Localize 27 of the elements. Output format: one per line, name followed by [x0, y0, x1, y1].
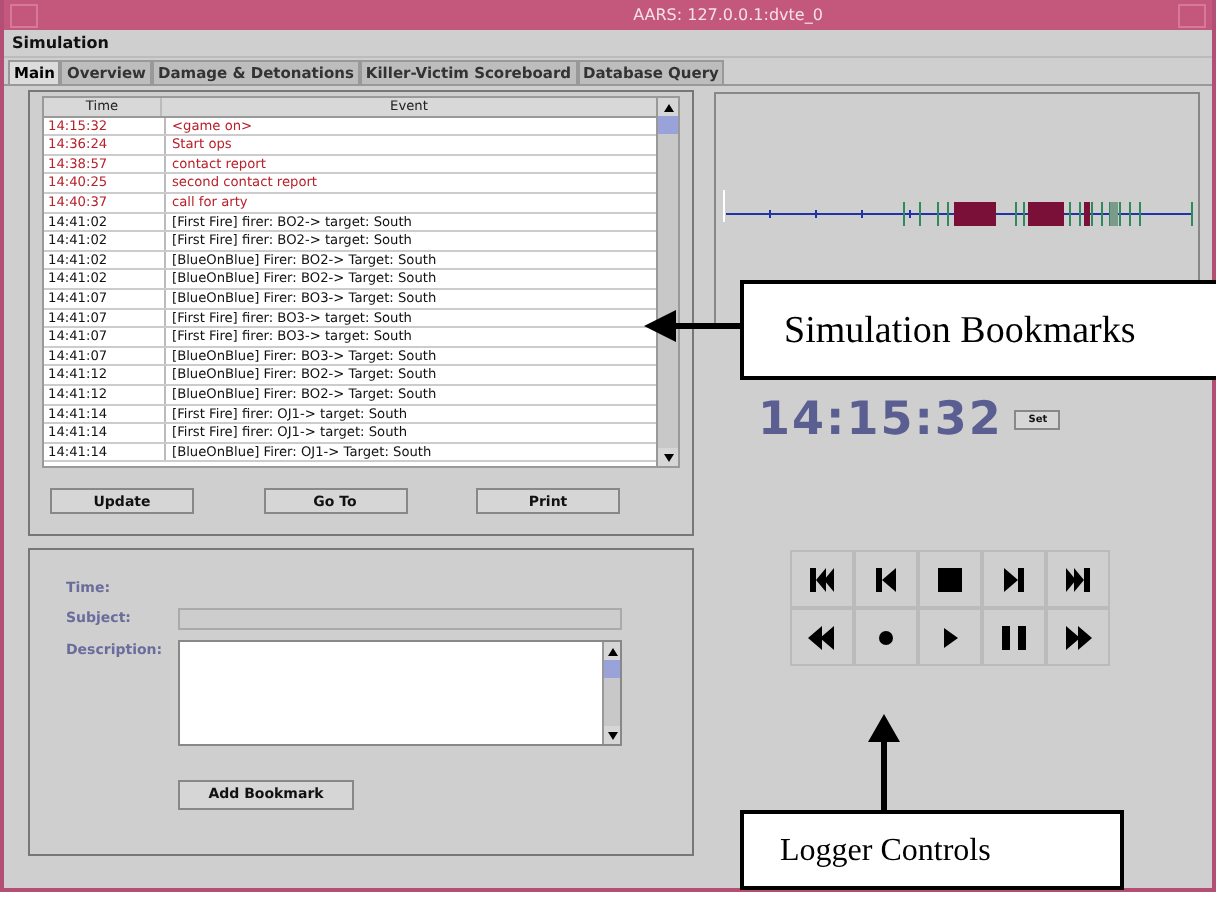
next-button[interactable]	[982, 550, 1046, 608]
window-title: AARS: 127.0.0.1:dvte_0	[631, 6, 825, 24]
previous-button[interactable]	[854, 550, 918, 608]
fast-forward-button[interactable]	[1046, 608, 1110, 666]
rewind-button[interactable]	[790, 608, 854, 666]
callout-label: Logger Controls	[740, 810, 1124, 890]
scroll-down-icon[interactable]	[663, 453, 673, 461]
scroll-thumb[interactable]	[604, 660, 620, 678]
clock-time: 14:15:32	[758, 394, 1003, 446]
record-button[interactable]	[854, 608, 918, 666]
scrollbar[interactable]	[656, 98, 678, 466]
scroll-up-icon[interactable]	[607, 647, 617, 655]
scrollbar[interactable]	[602, 642, 620, 744]
callout-label: Simulation Bookmarks	[740, 280, 1216, 380]
callout-arrow	[644, 310, 744, 342]
last-button[interactable]	[1046, 550, 1110, 608]
scroll-thumb[interactable]	[658, 116, 678, 134]
scroll-down-icon[interactable]	[607, 731, 617, 739]
menu-item[interactable]: Simulation	[12, 34, 109, 52]
play-button[interactable]	[918, 608, 982, 666]
subject-field[interactable]	[178, 608, 622, 630]
description-field[interactable]	[178, 640, 622, 746]
first-button[interactable]	[790, 550, 854, 608]
pause-button[interactable]	[982, 608, 1046, 666]
callout-arrow	[868, 714, 900, 810]
stop-button[interactable]	[918, 550, 982, 608]
scroll-up-icon[interactable]	[663, 103, 673, 111]
